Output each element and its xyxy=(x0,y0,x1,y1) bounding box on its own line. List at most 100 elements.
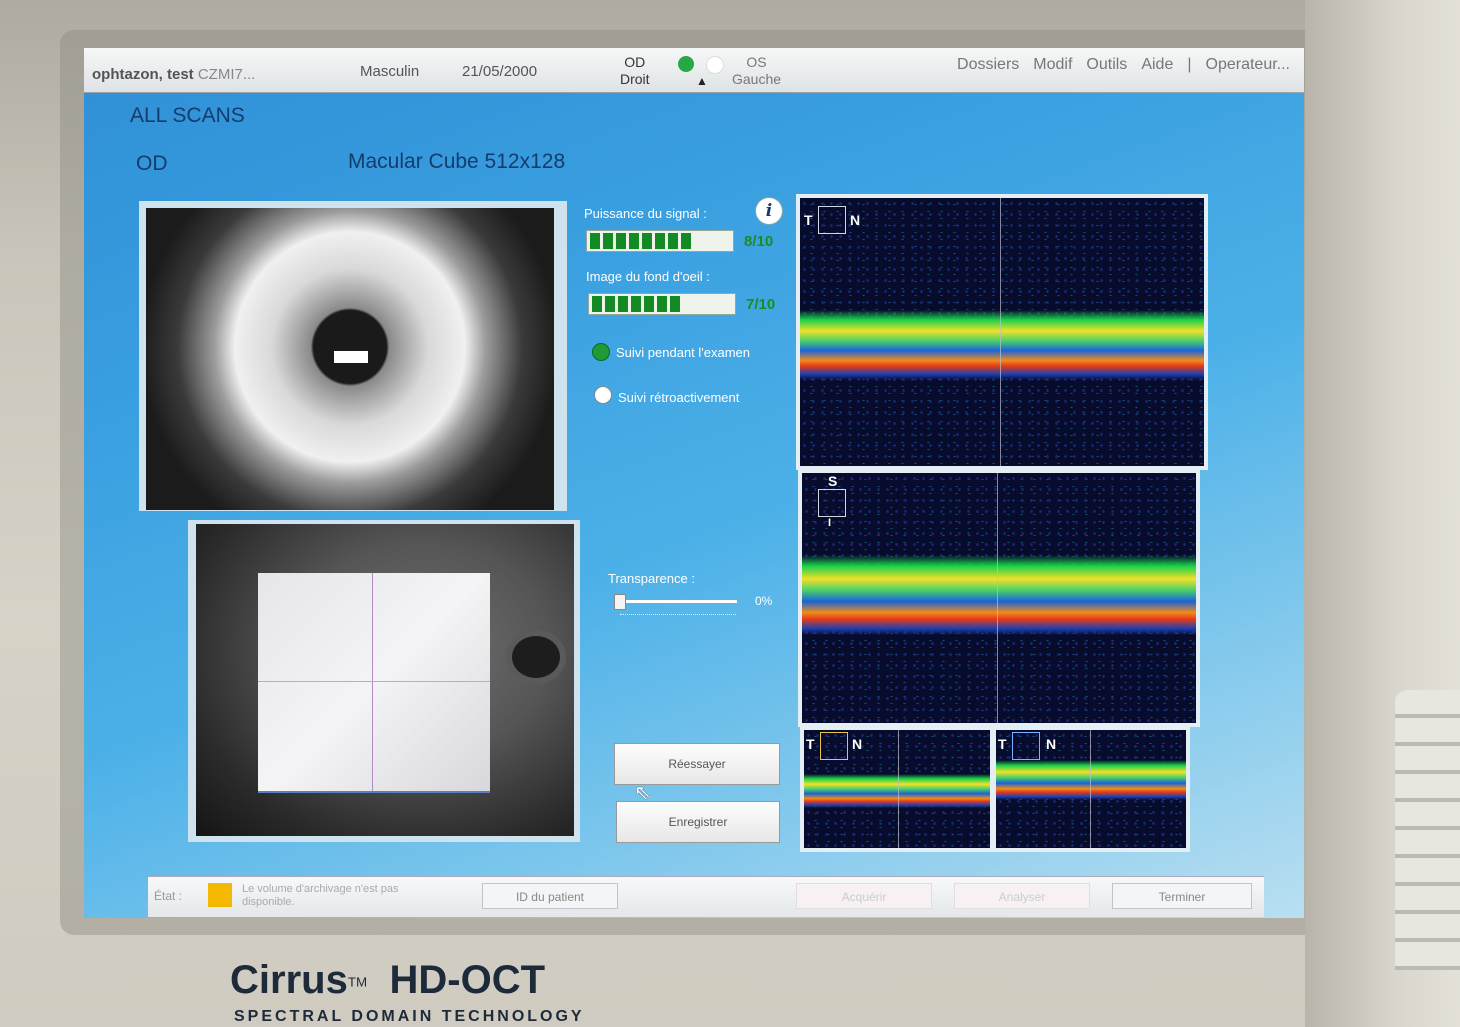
iris-reflection xyxy=(334,351,368,363)
oct-bscan-horizontal[interactable]: T N xyxy=(800,198,1204,466)
menu-modif[interactable]: Modif xyxy=(1033,56,1072,74)
analyze-button[interactable]: Analyser xyxy=(954,883,1090,909)
menu-operateur[interactable]: Operateur... xyxy=(1206,56,1291,74)
tracking-retro-label: Suivi rétroactivement xyxy=(618,390,740,405)
signal-strength-label: Puissance du signal : xyxy=(584,206,707,221)
transparency-slider[interactable] xyxy=(617,600,737,603)
transparency-label: Transparence : xyxy=(608,571,695,586)
scan-vertical-line xyxy=(372,573,373,791)
oct-center-line xyxy=(898,730,899,848)
brand-model: HD-OCT xyxy=(389,958,546,1002)
quality-bar-segment xyxy=(668,233,678,249)
quality-bar-segment xyxy=(670,296,680,312)
quality-bar-segment xyxy=(590,233,600,249)
fundus-quality-label: Image du fond d'oeil : xyxy=(586,269,710,284)
status-message: Le volume d'archivage n'est pas disponib… xyxy=(242,883,399,908)
oct-center-line xyxy=(1000,198,1001,466)
patient-sex: Masculin xyxy=(360,63,420,80)
save-button[interactable]: Enregistrer xyxy=(616,801,780,843)
brand-logo: CirrusTM HD-OCT xyxy=(230,958,545,1003)
oct-bscan-small-left[interactable]: T N xyxy=(804,730,990,848)
oct-retina-layers xyxy=(802,555,1196,635)
status-label: État : xyxy=(154,889,183,903)
quality-bar-segment xyxy=(642,233,652,249)
menu-items: Dossiers Modif Outils Aide | Operateur..… xyxy=(957,56,1290,74)
menu-separator: | xyxy=(1187,56,1192,73)
eye-od-selector[interactable]: OD Droit xyxy=(620,54,650,88)
patient-id-button[interactable]: ID du patient xyxy=(482,883,618,909)
section-title: ALL SCANS xyxy=(130,104,245,127)
menu-bar: ophtazon, test CZMI7... Masculin 21/05/2… xyxy=(84,48,1304,93)
eye-os-sublabel: Gauche xyxy=(732,71,782,87)
quality-bar-segment xyxy=(631,296,641,312)
oct-retina-layers xyxy=(804,774,990,808)
status-bar: État : Le volume d'archivage n'est pas d… xyxy=(148,876,1264,917)
oct-center-line xyxy=(997,473,998,723)
oct-label-n: N xyxy=(850,212,861,228)
fundus-quality-bar xyxy=(588,293,736,315)
patient-name: ophtazon, test xyxy=(92,66,194,83)
scan-direction-icon xyxy=(818,206,846,234)
menu-aide[interactable]: Aide xyxy=(1141,56,1173,74)
scan-type-title: Macular Cube 512x128 xyxy=(348,150,566,173)
quality-bar-segment xyxy=(605,296,615,312)
patient-dob: 21/05/2000 xyxy=(462,63,538,80)
oct-label-n: N xyxy=(1046,736,1057,752)
quality-bar-segment xyxy=(629,233,639,249)
oct-label-s: S xyxy=(828,473,838,489)
signal-strength-bar xyxy=(586,230,734,252)
eye-od-indicator[interactable] xyxy=(678,56,694,72)
oct-label-t: T xyxy=(806,736,815,752)
retry-button[interactable]: Réessayer xyxy=(614,743,780,785)
warning-square-icon xyxy=(208,883,232,907)
scan-direction-icon xyxy=(818,489,846,517)
scan-horizontal-line xyxy=(258,681,490,682)
quality-bar-segment xyxy=(592,296,602,312)
oct-label-n: N xyxy=(852,736,863,752)
brand-trademark: TM xyxy=(347,974,368,990)
quality-bar-segment xyxy=(603,233,613,249)
oct-retina-layers xyxy=(800,310,1204,380)
eye-os-selector[interactable]: OS Gauche xyxy=(732,54,781,88)
keyboard xyxy=(1395,690,1460,970)
tracking-live-label: Suivi pendant l'examen xyxy=(616,345,751,360)
optic-disc xyxy=(512,636,560,678)
patient-id: CZMI7... xyxy=(197,66,256,83)
oct-label-t: T xyxy=(804,212,813,228)
eye-os-label: OS xyxy=(746,54,767,70)
brand-subtitle: SPECTRAL DOMAIN TECHNOLOGY xyxy=(234,1008,585,1025)
mouse-cursor-icon: ⇖ xyxy=(634,782,651,804)
quality-bar-segment xyxy=(681,233,691,249)
eye-od-label: OD xyxy=(624,54,646,70)
menu-outils[interactable]: Outils xyxy=(1086,56,1127,74)
patient-name-area: ophtazon, test CZMI7... xyxy=(92,66,255,83)
scan-direction-icon xyxy=(1012,732,1040,760)
scan-direction-icon xyxy=(820,732,848,760)
eye-os-indicator[interactable] xyxy=(706,56,724,74)
menu-dossiers[interactable]: Dossiers xyxy=(957,56,1019,74)
eye-od-sublabel: Droit xyxy=(620,71,650,87)
tracking-retro-radio[interactable] xyxy=(594,386,612,404)
screen: ophtazon, test CZMI7... Masculin 21/05/2… xyxy=(84,48,1304,918)
brand-name: Cirrus xyxy=(230,958,348,1002)
scan-region-overlay[interactable] xyxy=(258,573,490,793)
oct-bscan-vertical[interactable]: S I xyxy=(802,473,1196,723)
oct-bscan-small-right[interactable]: T N xyxy=(996,730,1186,848)
quality-bar-segment xyxy=(657,296,667,312)
signal-strength-value: 8/10 xyxy=(744,233,774,250)
quality-bar-segment xyxy=(616,233,626,249)
quality-bar-segment xyxy=(655,233,665,249)
quality-bar-segment xyxy=(618,296,628,312)
info-icon[interactable]: i xyxy=(756,198,782,224)
tracking-live-radio[interactable] xyxy=(592,343,610,361)
oct-center-line xyxy=(1090,730,1091,848)
oct-retina-layers xyxy=(996,760,1186,800)
fundus-quality-value: 7/10 xyxy=(746,296,776,313)
triangle-up-icon: ▲ xyxy=(696,74,708,88)
transparency-slider-thumb[interactable] xyxy=(614,594,626,610)
transparency-ticks xyxy=(620,614,736,618)
acquire-button[interactable]: Acquérir xyxy=(796,883,932,909)
quality-bar-segment xyxy=(644,296,654,312)
oct-label-i: I xyxy=(828,517,832,529)
finish-button[interactable]: Terminer xyxy=(1112,883,1252,909)
